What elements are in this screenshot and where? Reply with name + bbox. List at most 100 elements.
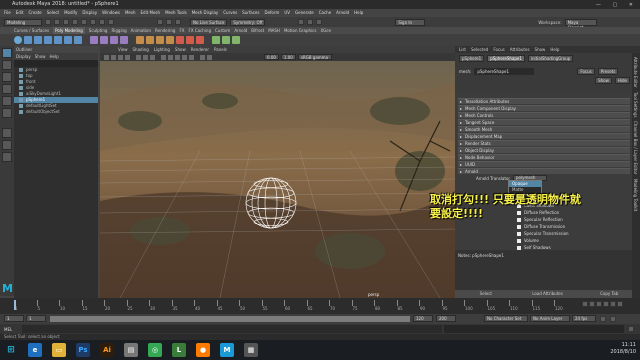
menu-curves[interactable]: Curves — [223, 9, 237, 17]
show-button[interactable]: Show — [595, 77, 612, 84]
ae-section-smooth-mesh[interactable]: Smooth Mesh — [458, 126, 630, 132]
checkbox-specular-transmission[interactable]: Specular Transmission — [517, 231, 569, 236]
menu-mesh[interactable]: Mesh — [125, 9, 136, 17]
render-icon[interactable] — [298, 19, 305, 25]
viewport-menu-renderer[interactable]: Renderer — [191, 46, 209, 53]
focus-button[interactable]: Focus — [577, 68, 595, 75]
script-language-label[interactable]: MEL — [4, 327, 12, 332]
shelf-tab-xgen[interactable]: XGen — [320, 27, 331, 34]
shelf-tab-rigging[interactable]: Rigging — [111, 27, 126, 34]
start-time-field[interactable]: 1 — [4, 315, 24, 322]
time-slider[interactable]: 1 5 10 15 20 25 30 35 40 45 50 55 60 65 70 75 80 85 90 95 10… — [0, 298, 640, 314]
poly-disc-icon[interactable] — [74, 36, 82, 44]
range-end-field[interactable]: 120 — [413, 315, 433, 322]
ae-node-tab[interactable]: pSphere1 — [459, 55, 485, 62]
workspace-dropdown[interactable]: Maya Classic* — [564, 18, 597, 30]
end-time-field[interactable]: 200 — [436, 315, 456, 322]
hide-button[interactable]: Hide — [614, 77, 630, 84]
resolution-gate-icon[interactable] — [150, 54, 155, 60]
camera-attr-icon[interactable] — [111, 54, 116, 60]
play-forward-icon[interactable] — [603, 301, 609, 307]
live-surface-field[interactable]: No Live Surface — [190, 18, 228, 26]
clock[interactable]: 11:11 2018/8/10 — [610, 342, 636, 356]
menu-surfaces[interactable]: Surfaces — [242, 9, 259, 17]
bookmark-icon[interactable] — [118, 54, 123, 60]
menu-edit[interactable]: Edit — [16, 9, 24, 17]
four-view-icon[interactable] — [2, 140, 12, 150]
viewport-menu-view[interactable]: View — [118, 46, 128, 53]
fps-dropdown[interactable]: 24 fps — [572, 315, 596, 322]
snap-curve-icon[interactable] — [166, 19, 172, 25]
app-icon-8[interactable]: ● — [196, 343, 210, 357]
illustrator-icon[interactable]: Ai — [100, 343, 114, 357]
ae-node-tab[interactable]: pSphereShape1 — [487, 55, 525, 62]
range-bar[interactable] — [50, 316, 410, 322]
ae-menu-attributes[interactable]: Attributes — [510, 46, 530, 53]
save-scene-icon[interactable] — [63, 19, 69, 25]
script-editor-icon[interactable] — [628, 326, 634, 332]
exposure-field[interactable]: 0.00 — [264, 54, 279, 60]
target-weld-icon[interactable] — [196, 36, 204, 44]
multi-cut-icon[interactable] — [186, 36, 194, 44]
select-component-icon[interactable] — [108, 19, 114, 25]
viewport-menu-show[interactable]: Show — [175, 46, 186, 53]
outliner-layout-icon[interactable] — [2, 152, 12, 162]
checkbox-diffuse-transmission[interactable]: Diffuse Transmission — [517, 224, 565, 229]
move-tool-icon[interactable] — [2, 84, 12, 94]
menu-cache[interactable]: Cache — [319, 9, 331, 17]
auto-map-icon[interactable] — [232, 36, 240, 44]
insert-loop-icon[interactable] — [176, 36, 184, 44]
ae-section-mesh-component-display[interactable]: Mesh Component Display — [458, 105, 630, 111]
menu-mesh-display[interactable]: Mesh Display — [192, 9, 219, 17]
poly-cylinder-icon[interactable] — [34, 36, 42, 44]
paint-select-icon[interactable] — [2, 72, 12, 82]
ae-menu-focus[interactable]: Focus — [493, 46, 504, 53]
xray-icon[interactable] — [200, 54, 205, 60]
combine-icon[interactable] — [90, 36, 98, 44]
boolean-icon[interactable] — [120, 36, 128, 44]
mel-command-input[interactable] — [22, 325, 442, 333]
ae-section-render-stats[interactable]: Render Stats — [458, 140, 630, 146]
ae-menu-list[interactable]: List — [459, 46, 466, 53]
shelf-tab-poly-modeling[interactable]: Poly Modeling — [53, 27, 85, 34]
new-scene-icon[interactable] — [45, 19, 51, 25]
poly-sphere-icon[interactable] — [14, 36, 22, 44]
anim-layer-dropdown[interactable]: No Anim Layer — [530, 315, 570, 322]
chrome-icon[interactable]: ◎ — [148, 343, 162, 357]
menu-mesh-tools[interactable]: Mesh Tools — [165, 9, 187, 17]
menuset-dropdown[interactable]: Modeling — [4, 18, 42, 26]
shape-name-field[interactable]: pSphereShape1 — [474, 68, 535, 75]
textured-icon[interactable] — [175, 54, 180, 60]
outliner-item[interactable]: defaultObjectSet — [14, 109, 98, 115]
app-icon-10[interactable]: ▦ — [244, 343, 258, 357]
ae-menu-help[interactable]: Help — [550, 46, 559, 53]
photoshop-icon[interactable]: Ps — [76, 343, 90, 357]
ae-menu-show[interactable]: Show — [535, 46, 546, 53]
shelf-tab-fx[interactable]: FX — [179, 27, 184, 34]
select-tool-icon[interactable] — [2, 48, 12, 58]
play-back-icon[interactable] — [596, 301, 602, 307]
undo-icon[interactable] — [72, 19, 78, 25]
menu-uv[interactable]: UV — [284, 9, 290, 17]
poly-cube-icon[interactable] — [24, 36, 32, 44]
lasso-tool-icon[interactable] — [2, 60, 12, 70]
anim-prefs-icon[interactable] — [610, 316, 616, 322]
gamma-field[interactable]: 1.00 — [280, 54, 296, 60]
side-tab-attribute-editor[interactable]: Attribute Editor — [633, 57, 638, 88]
shelf-tab-arnold[interactable]: Arnold — [234, 27, 247, 34]
copy-tab-button[interactable]: Copy Tab — [578, 290, 640, 298]
shadows-icon[interactable] — [189, 54, 194, 60]
append-icon[interactable] — [166, 36, 174, 44]
menu-deform[interactable]: Deform — [264, 9, 279, 17]
shelf-tab-mash[interactable]: MASH — [268, 27, 280, 34]
uv-editor-icon[interactable] — [212, 36, 220, 44]
ae-section-tessellation-attributes[interactable]: Tessellation Attributes — [458, 98, 630, 104]
grid-toggle-icon[interactable] — [136, 54, 141, 60]
viewport-menu-lighting[interactable]: Lighting — [154, 46, 170, 53]
redo-icon[interactable] — [81, 19, 87, 25]
bevel-icon[interactable] — [156, 36, 164, 44]
character-set-dropdown[interactable]: No Character Set — [484, 315, 528, 322]
select-object-icon[interactable] — [99, 19, 105, 25]
poly-cone-icon[interactable] — [44, 36, 52, 44]
open-scene-icon[interactable] — [54, 19, 60, 25]
